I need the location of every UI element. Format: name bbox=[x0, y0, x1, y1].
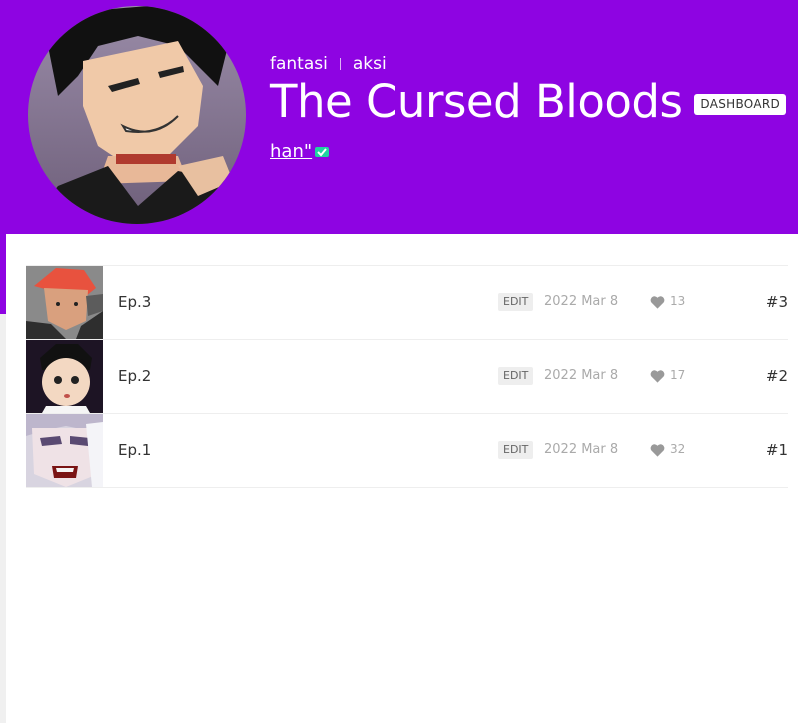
heart-icon bbox=[650, 370, 665, 383]
header-accent-strip bbox=[0, 234, 6, 314]
episode-thumbnail-image bbox=[26, 414, 103, 487]
like-count: 32 bbox=[670, 442, 686, 456]
edit-button[interactable]: EDIT bbox=[498, 367, 534, 385]
like-count: 13 bbox=[670, 294, 686, 308]
episode-number: #1 bbox=[765, 441, 788, 459]
genre-label[interactable]: aksi bbox=[353, 54, 387, 74]
episode-thumbnail-image bbox=[26, 266, 103, 339]
episode-thumbnail-image bbox=[26, 340, 103, 413]
episode-thumbnail[interactable] bbox=[26, 266, 103, 339]
author-link[interactable]: han" bbox=[270, 141, 312, 162]
dashboard-button[interactable]: DASHBOARD bbox=[694, 93, 787, 115]
episode-title[interactable]: Ep.1 bbox=[118, 441, 151, 459]
series-cover-avatar[interactable] bbox=[28, 6, 246, 224]
episode-row[interactable]: Ep.3 EDIT 2022 Mar 8 13 #3 bbox=[26, 266, 788, 340]
edit-button[interactable]: EDIT bbox=[498, 293, 534, 311]
heart-icon bbox=[650, 444, 665, 457]
genre-label[interactable]: fantasi bbox=[270, 54, 328, 74]
genre-list: fantasi aksi bbox=[270, 53, 387, 75]
author-row: han" bbox=[270, 141, 330, 162]
episode-row[interactable]: Ep.1 EDIT 2022 Mar 8 32 #1 bbox=[26, 414, 788, 488]
episode-number: #2 bbox=[765, 367, 788, 385]
cover-art-image bbox=[28, 6, 246, 224]
page-side-strip bbox=[0, 314, 6, 723]
episode-title[interactable]: Ep.3 bbox=[118, 293, 151, 311]
like-count: 17 bbox=[670, 368, 686, 382]
title-row: The Cursed Bloods DASHBOARD bbox=[270, 74, 787, 130]
episode-thumbnail[interactable] bbox=[26, 414, 103, 487]
verified-check-icon bbox=[315, 146, 330, 157]
episode-number: #3 bbox=[765, 293, 788, 311]
episode-date: 2022 Mar 8 bbox=[544, 294, 619, 309]
genre-separator bbox=[339, 58, 341, 70]
episode-title[interactable]: Ep.2 bbox=[118, 367, 151, 385]
heart-icon bbox=[650, 296, 665, 309]
episode-thumbnail[interactable] bbox=[26, 340, 103, 413]
episode-row[interactable]: Ep.2 EDIT 2022 Mar 8 17 #2 bbox=[26, 340, 788, 414]
episode-date: 2022 Mar 8 bbox=[544, 442, 619, 457]
episode-list: Ep.3 EDIT 2022 Mar 8 13 #3 Ep.2 EDIT 202… bbox=[26, 265, 788, 488]
episode-date: 2022 Mar 8 bbox=[544, 368, 619, 383]
edit-button[interactable]: EDIT bbox=[498, 441, 534, 459]
series-title: The Cursed Bloods bbox=[270, 75, 683, 128]
